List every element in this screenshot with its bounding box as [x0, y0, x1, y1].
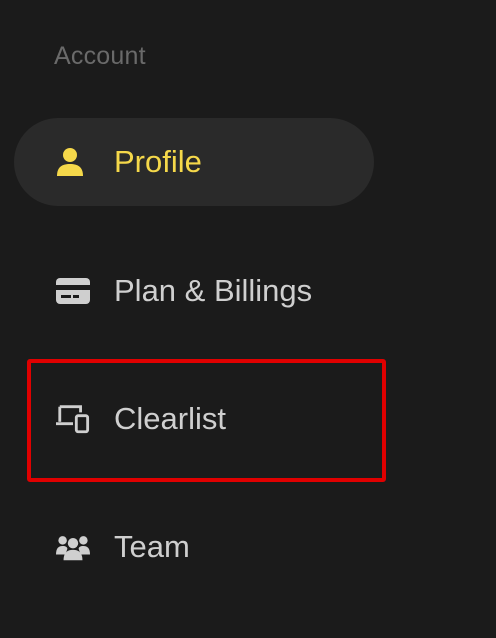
- sidebar-item-label: Profile: [114, 144, 202, 179]
- devices-icon: [56, 402, 90, 436]
- section-label-account: Account: [54, 42, 146, 70]
- account-sidebar: Account Profile Plan & Billings Clearlis…: [0, 0, 496, 638]
- sidebar-item-clearlist[interactable]: Clearlist: [14, 375, 374, 463]
- sidebar-item-plan-billings[interactable]: Plan & Billings: [14, 247, 374, 335]
- sidebar-item-label: Clearlist: [114, 401, 226, 436]
- sidebar-item-team[interactable]: Team: [14, 503, 374, 591]
- sidebar-item-label: Plan & Billings: [114, 273, 313, 308]
- sidebar-item-label: Team: [114, 529, 190, 564]
- users-icon: [56, 530, 90, 564]
- credit-card-icon: [56, 274, 90, 308]
- user-icon: [56, 145, 90, 179]
- sidebar-item-profile[interactable]: Profile: [14, 118, 374, 206]
